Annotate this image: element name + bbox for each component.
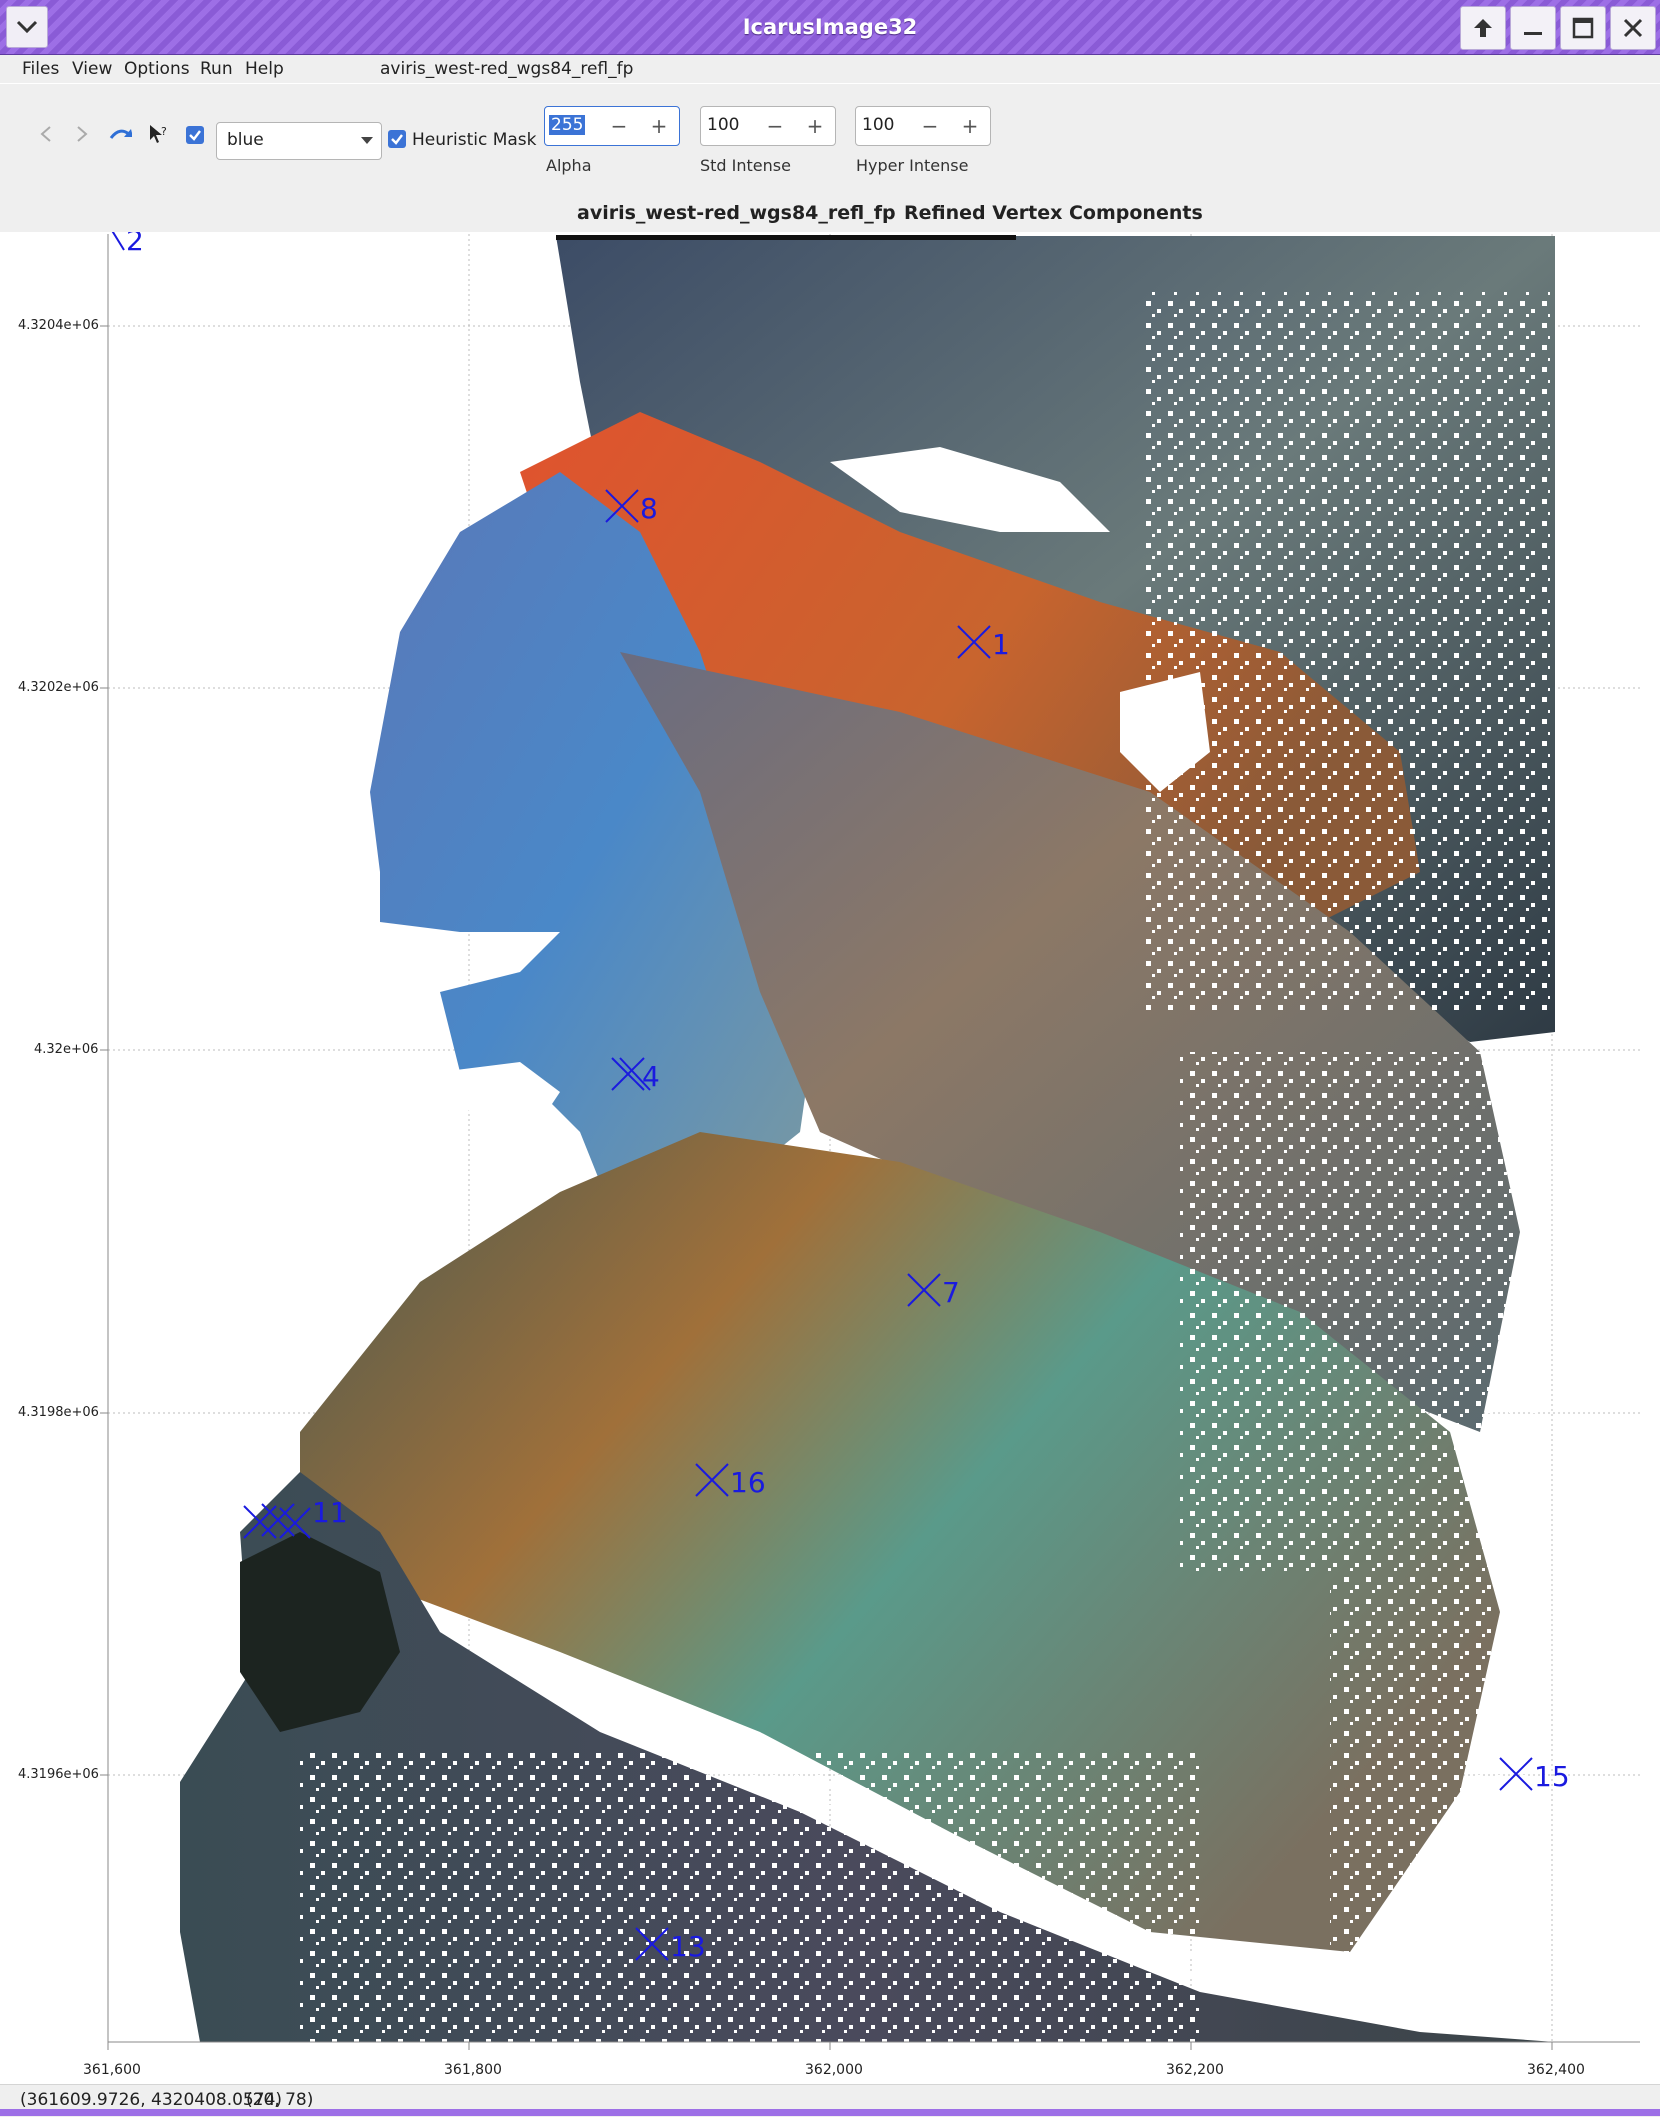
y-tick-label: 4.3196e+06 [18, 1767, 99, 1782]
hyper-intense-spinner[interactable]: 100 − + [855, 106, 991, 146]
menu-run[interactable]: Run [200, 59, 233, 79]
heuristic-mask-checkbox[interactable] [388, 130, 406, 148]
band-select-value: blue [227, 130, 264, 150]
hyper-intense-value[interactable]: 100 [860, 115, 896, 135]
redo-button[interactable] [108, 122, 132, 146]
std-intense-value[interactable]: 100 [705, 115, 741, 135]
y-tick-label: 4.3204e+06 [18, 318, 99, 333]
plot-canvas[interactable]: 2 8 1 4 7 11 16 15 13 [0, 232, 1660, 2084]
dropdown-arrow-icon [361, 137, 373, 144]
hyper-intense-decrement-button[interactable]: − [910, 107, 950, 145]
vertex-marker-label: 8 [640, 492, 658, 525]
tab-image[interactable]: aviris_west-red_wgs84_refl_fp [577, 202, 896, 224]
alpha-increment-button[interactable]: + [639, 107, 679, 145]
alpha-spinner[interactable]: 255 − + [544, 106, 680, 146]
maximize-icon [1572, 17, 1594, 39]
vertex-marker-label: 4 [642, 1060, 660, 1093]
std-intense-label: Std Intense [700, 156, 791, 175]
alpha-decrement-button[interactable]: − [599, 107, 639, 145]
x-tick-label: 362,400 [1527, 2062, 1585, 2078]
vertex-marker-label: 7 [942, 1276, 960, 1309]
close-icon [1623, 18, 1643, 38]
back-button[interactable] [34, 122, 58, 146]
window-bottom-frame [0, 2109, 1660, 2116]
band-enable-checkbox[interactable] [186, 126, 204, 144]
y-tick-label: 4.32e+06 [34, 1042, 99, 1057]
window-title: IcarusImage32 [742, 15, 918, 39]
hyper-intense-increment-button[interactable]: + [950, 107, 990, 145]
close-button[interactable] [1610, 6, 1656, 50]
cursor-pixel: (20, 78) [246, 2090, 314, 2110]
std-intense-increment-button[interactable]: + [795, 107, 835, 145]
forward-button[interactable] [70, 122, 94, 146]
minimize-icon [1524, 32, 1542, 35]
up-arrow-icon [1474, 19, 1492, 37]
std-intense-decrement-button[interactable]: − [755, 107, 795, 145]
hyper-intense-label: Hyper Intense [856, 156, 969, 175]
cursor-coordinates: (361609.9726, 4320408.0574) [20, 2090, 283, 2110]
checkmark-icon [391, 134, 403, 145]
menu-options[interactable]: Options [124, 59, 190, 79]
checkmark-icon [189, 130, 201, 141]
vertex-marker-label: 11 [312, 1496, 348, 1529]
vertex-marker-label: 16 [730, 1466, 766, 1499]
std-intense-spinner[interactable]: 100 − + [700, 106, 836, 146]
vertex-marker-label: 15 [1534, 1760, 1570, 1793]
open-filename: aviris_west-red_wgs84_refl_fp [380, 59, 634, 79]
image-plot[interactable]: 2 8 1 4 7 11 16 15 13 4.3204e+06 4.3202e… [0, 232, 1660, 2084]
x-tick-label: 362,000 [805, 2062, 863, 2078]
redo-icon [109, 129, 132, 139]
vertex-marker-label: 1 [992, 628, 1010, 661]
svg-text:?: ? [161, 125, 167, 138]
maximize-button[interactable] [1560, 6, 1606, 50]
x-tick-label: 361,800 [444, 2062, 502, 2078]
vertex-marker-2: 2 [111, 232, 144, 257]
menu-help[interactable]: Help [245, 59, 284, 79]
view-tabs: aviris_west-red_wgs84_refl_fp Refined Ve… [0, 190, 1660, 232]
alpha-value[interactable]: 255 [549, 115, 586, 135]
pointer-help-button[interactable]: ? [146, 122, 170, 146]
menu-bar: Files View Options Run Help aviris_west-… [0, 55, 1660, 83]
y-tick-label: 4.3198e+06 [18, 1405, 99, 1420]
x-tick-label: 361,600 [83, 2062, 141, 2078]
heuristic-mask-label: Heuristic Mask [412, 130, 537, 150]
title-bar: IcarusImage32 [0, 0, 1660, 55]
x-tick-label: 362,200 [1166, 2062, 1224, 2078]
band-select[interactable]: blue [216, 122, 382, 160]
vertex-marker-label: 13 [670, 1930, 706, 1963]
back-arrow-icon [40, 126, 51, 142]
tab-refined-vertex-components[interactable]: Refined Vertex Components [904, 202, 1203, 224]
y-tick-label: 4.3202e+06 [18, 680, 99, 695]
alpha-label: Alpha [546, 156, 592, 175]
minimize-button[interactable] [1510, 6, 1556, 50]
toolbar: ? blue Heuristic Mask 255 − + Alpha 100 … [0, 84, 1660, 190]
pointer-help-icon: ? [150, 125, 167, 143]
menu-view[interactable]: View [72, 59, 112, 79]
forward-arrow-icon [77, 126, 88, 142]
menu-files[interactable]: Files [22, 59, 59, 79]
vertex-marker-label: 2 [126, 232, 144, 257]
up-arrow-button[interactable] [1460, 6, 1506, 50]
